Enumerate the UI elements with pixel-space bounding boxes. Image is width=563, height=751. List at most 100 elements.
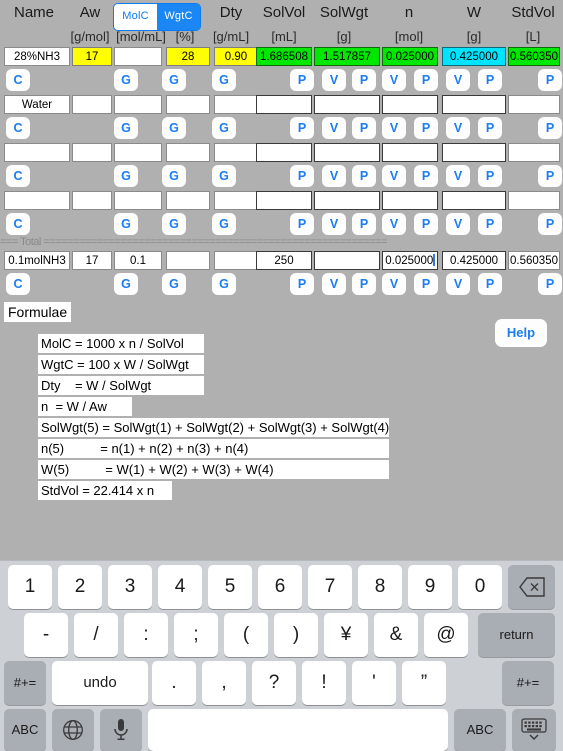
- cell-n-row1[interactable]: 0.025000: [382, 47, 438, 66]
- cell-aw-row1[interactable]: 17: [72, 47, 112, 66]
- action-button-g-row4-2[interactable]: G: [162, 213, 186, 235]
- cell-aw-row4[interactable]: [72, 191, 112, 210]
- key-abc-left[interactable]: ABC: [4, 709, 46, 751]
- key-digit-5[interactable]: 5: [208, 565, 252, 609]
- key-symbol-2[interactable]: :: [124, 613, 168, 657]
- action-button-p-row2-6[interactable]: P: [352, 117, 376, 139]
- key-digit-1[interactable]: 1: [8, 565, 52, 609]
- key-symbol-0[interactable]: -: [24, 613, 68, 657]
- key-punct-2[interactable]: ?: [252, 661, 296, 705]
- key-digit-7[interactable]: 7: [308, 565, 352, 609]
- cell-solvol-row3[interactable]: [256, 143, 312, 162]
- action-button-v-row1-5[interactable]: V: [322, 69, 346, 91]
- action-button-c-row3-0[interactable]: C: [6, 165, 30, 187]
- cell-stdvol-row1[interactable]: 0.560350: [508, 47, 560, 66]
- action-button-p-total-6[interactable]: P: [352, 273, 376, 295]
- cell-solwgt-row3[interactable]: [314, 143, 380, 162]
- cell-name-row1[interactable]: 28%NH3: [4, 47, 70, 66]
- cell-dty-total[interactable]: [214, 251, 258, 270]
- action-button-g-total-3[interactable]: G: [212, 273, 236, 295]
- action-button-p-total-8[interactable]: P: [414, 273, 438, 295]
- key-digit-8[interactable]: 8: [358, 565, 402, 609]
- cell-w-row4[interactable]: [442, 191, 506, 210]
- cell-solwgt-row4[interactable]: [314, 191, 380, 210]
- key-digit-9[interactable]: 9: [408, 565, 452, 609]
- cell-w-row1[interactable]: 0.425000: [442, 47, 506, 66]
- action-button-p-row2-11[interactable]: P: [538, 117, 562, 139]
- cell-wgtc-row2[interactable]: [166, 95, 210, 114]
- action-button-p-row1-8[interactable]: P: [414, 69, 438, 91]
- action-button-c-row1-0[interactable]: C: [6, 69, 30, 91]
- action-button-g-row2-3[interactable]: G: [212, 117, 236, 139]
- key-symbol-7[interactable]: &: [374, 613, 418, 657]
- key-abc-right[interactable]: ABC: [454, 709, 506, 751]
- cell-w-row2[interactable]: [442, 95, 506, 114]
- action-button-v-row1-9[interactable]: V: [446, 69, 470, 91]
- cell-dty-row2[interactable]: [214, 95, 258, 114]
- action-button-v-row4-5[interactable]: V: [322, 213, 346, 235]
- action-button-g-row1-1[interactable]: G: [114, 69, 138, 91]
- cell-aw-row2[interactable]: [72, 95, 112, 114]
- action-button-c-total-0[interactable]: C: [6, 273, 30, 295]
- cell-molc-total[interactable]: 0.1: [114, 251, 162, 270]
- cell-name-total[interactable]: 0.1molNH3: [4, 251, 70, 270]
- action-button-g-row3-2[interactable]: G: [162, 165, 186, 187]
- action-button-p-row4-8[interactable]: P: [414, 213, 438, 235]
- cell-molc-row4[interactable]: [114, 191, 162, 210]
- cell-stdvol-total[interactable]: 0.560350: [508, 251, 560, 270]
- action-button-p-row4-4[interactable]: P: [290, 213, 314, 235]
- action-button-p-row3-4[interactable]: P: [290, 165, 314, 187]
- cell-molc-row3[interactable]: [114, 143, 162, 162]
- action-button-v-row2-7[interactable]: V: [382, 117, 406, 139]
- cell-name-row2[interactable]: Water: [4, 95, 70, 114]
- key-digit-6[interactable]: 6: [258, 565, 302, 609]
- action-button-v-row3-7[interactable]: V: [382, 165, 406, 187]
- backspace-icon[interactable]: [508, 565, 555, 609]
- cell-stdvol-row2[interactable]: [508, 95, 560, 114]
- action-button-g-total-2[interactable]: G: [162, 273, 186, 295]
- action-button-p-total-4[interactable]: P: [290, 273, 314, 295]
- action-button-g-row2-1[interactable]: G: [114, 117, 138, 139]
- cell-n-row3[interactable]: [382, 143, 438, 162]
- help-button[interactable]: Help: [495, 319, 547, 347]
- action-button-p-row1-10[interactable]: P: [478, 69, 502, 91]
- action-button-v-total-5[interactable]: V: [322, 273, 346, 295]
- action-button-p-row3-11[interactable]: P: [538, 165, 562, 187]
- cell-dty-row3[interactable]: [214, 143, 258, 162]
- key-digit-0[interactable]: 0: [458, 565, 502, 609]
- key-shift-symbols-left[interactable]: #+=: [4, 661, 46, 705]
- cell-w-row3[interactable]: [442, 143, 506, 162]
- action-button-v-row3-5[interactable]: V: [322, 165, 346, 187]
- action-button-p-row4-11[interactable]: P: [538, 213, 562, 235]
- action-button-p-row2-4[interactable]: P: [290, 117, 314, 139]
- cell-dty-row1[interactable]: 0.90: [214, 47, 258, 66]
- key-space[interactable]: [148, 709, 448, 751]
- key-symbol-8[interactable]: @: [424, 613, 468, 657]
- cell-molc-row1[interactable]: [114, 47, 162, 66]
- action-button-p-row3-8[interactable]: P: [414, 165, 438, 187]
- action-button-g-row1-2[interactable]: G: [162, 69, 186, 91]
- action-button-c-row2-0[interactable]: C: [6, 117, 30, 139]
- key-symbol-5[interactable]: ): [274, 613, 318, 657]
- action-button-p-total-11[interactable]: P: [538, 273, 562, 295]
- action-button-v-row2-9[interactable]: V: [446, 117, 470, 139]
- cell-solvol-total[interactable]: 250: [256, 251, 312, 270]
- cell-solvol-row1[interactable]: 1.686508: [256, 47, 312, 66]
- cell-aw-total[interactable]: 17: [72, 251, 112, 270]
- key-digit-3[interactable]: 3: [108, 565, 152, 609]
- key-digit-2[interactable]: 2: [58, 565, 102, 609]
- cell-solvol-row2[interactable]: [256, 95, 312, 114]
- action-button-p-row1-6[interactable]: P: [352, 69, 376, 91]
- key-undo[interactable]: undo: [52, 661, 148, 705]
- key-punct-5[interactable]: ”: [402, 661, 446, 705]
- action-button-p-row3-10[interactable]: P: [478, 165, 502, 187]
- key-symbol-4[interactable]: (: [224, 613, 268, 657]
- action-button-g-row3-3[interactable]: G: [212, 165, 236, 187]
- cell-name-row3[interactable]: [4, 143, 70, 162]
- key-punct-4[interactable]: ': [352, 661, 396, 705]
- cell-dty-row4[interactable]: [214, 191, 258, 210]
- action-button-g-row4-3[interactable]: G: [212, 213, 236, 235]
- action-button-p-row1-4[interactable]: P: [290, 69, 314, 91]
- microphone-icon[interactable]: [100, 709, 142, 751]
- action-button-g-total-1[interactable]: G: [114, 273, 138, 295]
